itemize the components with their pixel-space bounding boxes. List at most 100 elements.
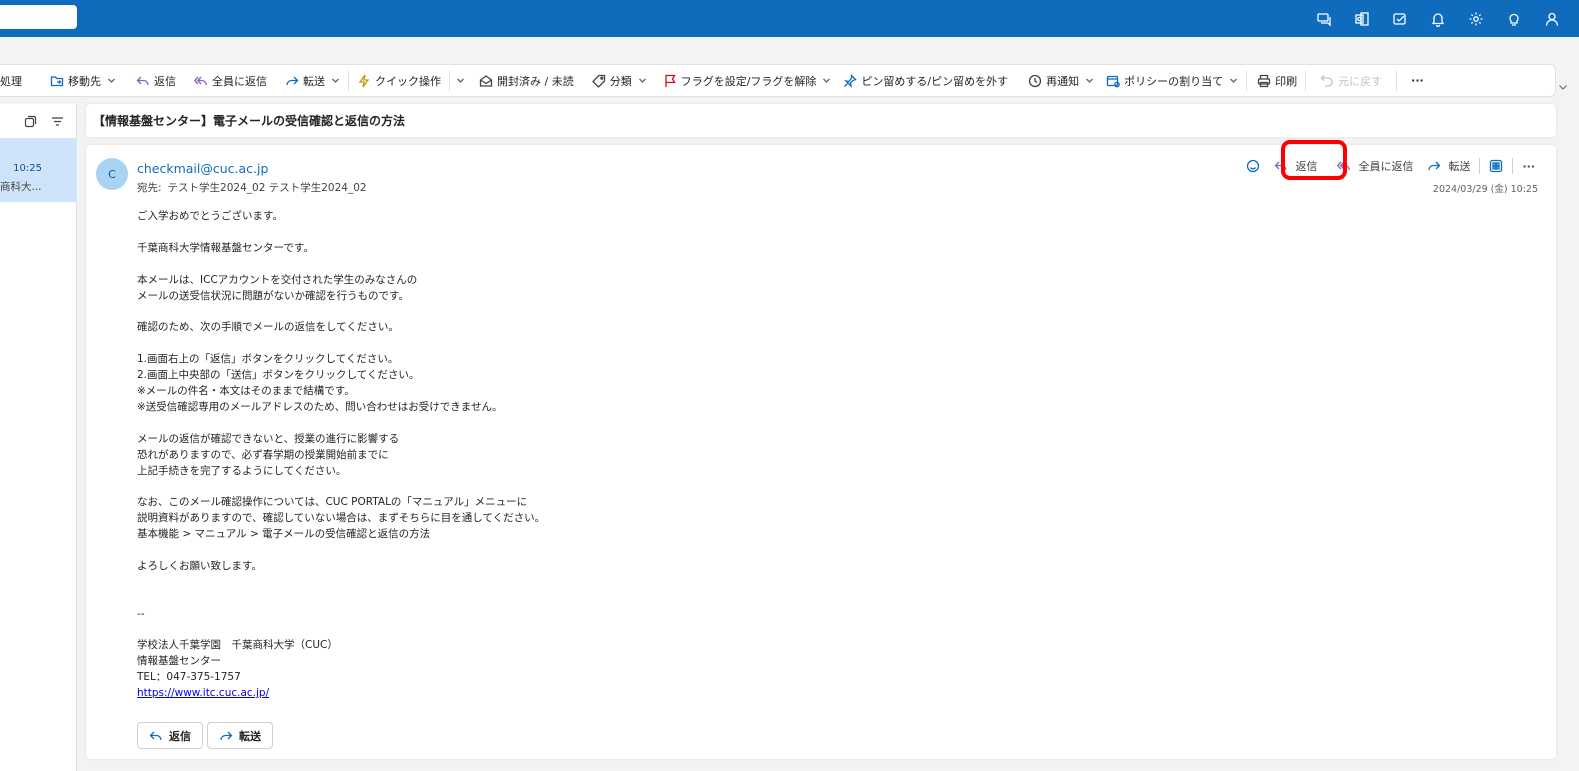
list-item[interactable]: 10:25 商科大... — [0, 138, 77, 202]
ribbon-categorize-button[interactable]: 分類 — [586, 68, 653, 94]
ribbon-more-button[interactable]: ··· — [1405, 68, 1430, 94]
ribbon-reply-all-label: 全員に返信 — [212, 74, 267, 88]
emoji-reaction-button[interactable] — [1239, 153, 1267, 179]
chevron-down-icon — [457, 78, 464, 83]
message-card: C checkmail@cuc.ac.jp 宛先: テスト学生2024_02 テ… — [86, 140, 1556, 759]
forward-icon — [286, 76, 299, 85]
ribbon-divider — [449, 70, 450, 91]
forward-button[interactable]: 転送 — [1420, 153, 1477, 179]
message-more-label: ··· — [1522, 159, 1535, 173]
chevron-down-icon — [823, 78, 831, 83]
gear-icon[interactable] — [1457, 0, 1495, 37]
ribbon-flag-label: フラグを設定/フラグを解除 — [680, 74, 817, 88]
chevron-down-icon — [1230, 78, 1238, 83]
ribbon-pin-button[interactable]: ピン留めする/ピン留めを外す — [837, 68, 1014, 94]
envelope-open-icon — [479, 74, 493, 87]
ribbon-policy-label: ポリシーの割り当て — [1124, 74, 1224, 88]
message-date: 2024/03/29 (金) 10:25 — [1432, 184, 1538, 195]
outlook-icon[interactable] — [1343, 0, 1381, 37]
message-body-text: ご入学おめでとうございます。 千葉商科大学情報基盤センターです。 本メールは、I… — [137, 210, 546, 684]
filter-icon[interactable] — [51, 115, 64, 128]
tag-icon — [591, 74, 605, 88]
ribbon-forward-label: 転送 — [303, 74, 325, 88]
ribbon-handle-label: 処理 — [0, 74, 22, 88]
list-item-time: 10:25 — [13, 163, 42, 174]
clock-icon — [1028, 74, 1042, 87]
search-input[interactable] — [0, 5, 77, 29]
ribbon-move-button[interactable]: 移動先 — [44, 68, 122, 94]
lightbulb-icon[interactable] — [1495, 0, 1533, 37]
ribbon-reply-label: 返信 — [154, 74, 176, 88]
message-list-pane: 10:25 商科大... — [0, 104, 77, 771]
ribbon-pin-label: ピン留めする/ピン留めを外す — [861, 74, 1009, 88]
reply-highlight-box — [1281, 140, 1347, 180]
ribbon-quick-steps-button[interactable]: クイック操作 — [351, 68, 447, 94]
ribbon-more-label: ··· — [1411, 74, 1424, 87]
ribbon-read-unread-label: 開封済み / 未読 — [497, 74, 574, 88]
message-more-button[interactable]: ··· — [1515, 153, 1542, 179]
ribbon-forward-button[interactable]: 転送 — [279, 68, 346, 94]
reply-icon — [149, 731, 162, 740]
avatar[interactable]: C — [96, 158, 128, 190]
ribbon-handle-button[interactable]: 処理 — [0, 68, 28, 94]
bottom-reply-label: 返信 — [169, 729, 191, 743]
website-link[interactable]: https://www.itc.cuc.ac.jp/ — [137, 687, 269, 699]
action-divider — [1512, 158, 1514, 174]
ribbon-flag-button[interactable]: フラグを設定/フラグを解除 — [657, 68, 838, 94]
recipient-line: 宛先: テスト学生2024_02 テスト学生2024_02 — [137, 180, 367, 195]
ribbon-divider — [348, 70, 349, 91]
bottom-reply-button[interactable]: 返信 — [137, 722, 203, 749]
list-item-sender: 商科大... — [0, 181, 42, 193]
undo-icon — [1320, 74, 1333, 87]
bottom-forward-label: 転送 — [239, 729, 261, 743]
ribbon-undo-label: 元に戻す — [1338, 74, 1383, 88]
chevron-down-icon — [1086, 78, 1094, 83]
policy-icon — [1106, 75, 1120, 87]
ribbon-toolbar: 処理 移動先 返信 全員に返信 転送 クイック操作 開封済み / 未読 分類 フ… — [0, 64, 1556, 97]
ribbon-categorize-label: 分類 — [609, 74, 632, 88]
person-icon[interactable] — [1533, 0, 1571, 37]
forward-label: 転送 — [1448, 160, 1471, 173]
top-bar — [0, 0, 1579, 37]
smiley-icon — [1247, 159, 1260, 173]
todo-icon[interactable] — [1381, 0, 1419, 37]
apps-grid-icon — [1490, 159, 1503, 173]
ribbon-reply-button[interactable]: 返信 — [130, 68, 182, 94]
reply-all-label: 全員に返信 — [1358, 160, 1414, 173]
bottom-forward-button[interactable]: 転送 — [207, 722, 273, 749]
ribbon-print-button[interactable]: 印刷 — [1251, 68, 1303, 94]
ribbon-move-label: 移動先 — [68, 74, 101, 88]
printer-icon — [1257, 74, 1271, 87]
ribbon-policy-button[interactable]: ポリシーの割り当て — [1100, 68, 1244, 94]
message-body: ご入学おめでとうございます。 千葉商科大学情報基盤センターです。 本メールは、I… — [137, 209, 545, 702]
ribbon-reply-all-button[interactable]: 全員に返信 — [188, 68, 273, 94]
forward-icon — [220, 731, 233, 740]
select-icon[interactable] — [24, 115, 37, 128]
bell-icon[interactable] — [1419, 0, 1457, 37]
ribbon-print-label: 印刷 — [1275, 74, 1298, 88]
ribbon-expand-button[interactable] — [1558, 82, 1568, 95]
chevron-down-icon — [1559, 85, 1567, 90]
flag-icon — [665, 74, 676, 87]
recipient-name[interactable]: テスト学生2024_02 テスト学生2024_02 — [168, 180, 367, 195]
ribbon-undo-button[interactable]: 元に戻す — [1314, 68, 1388, 94]
bottom-actions: 返信 転送 — [137, 722, 273, 749]
ribbon-quick-steps-label: クイック操作 — [375, 74, 441, 88]
lightning-icon — [358, 74, 370, 87]
sender-address[interactable]: checkmail@cuc.ac.jp — [137, 161, 268, 176]
ribbon-snooze-label: 再通知 — [1046, 74, 1080, 88]
pin-icon — [844, 73, 858, 88]
ribbon-quick-steps-dropdown[interactable] — [452, 68, 469, 94]
ribbon-snooze-button[interactable]: 再通知 — [1022, 68, 1100, 94]
teams-chat-icon[interactable] — [1305, 0, 1343, 37]
ribbon-divider — [1396, 70, 1398, 91]
ribbon-read-unread-button[interactable]: 開封済み / 未読 — [473, 68, 580, 94]
apps-button[interactable] — [1482, 153, 1510, 179]
list-header — [0, 104, 76, 138]
message-subject: 【情報基盤センター】電子メールの受信確認と返信の方法 — [86, 104, 1556, 137]
chevron-down-icon — [332, 78, 339, 83]
top-icon-group — [1305, 0, 1571, 37]
ribbon-divider — [1246, 70, 1248, 91]
chevron-down-icon — [108, 78, 115, 83]
to-label: 宛先: — [137, 182, 162, 194]
